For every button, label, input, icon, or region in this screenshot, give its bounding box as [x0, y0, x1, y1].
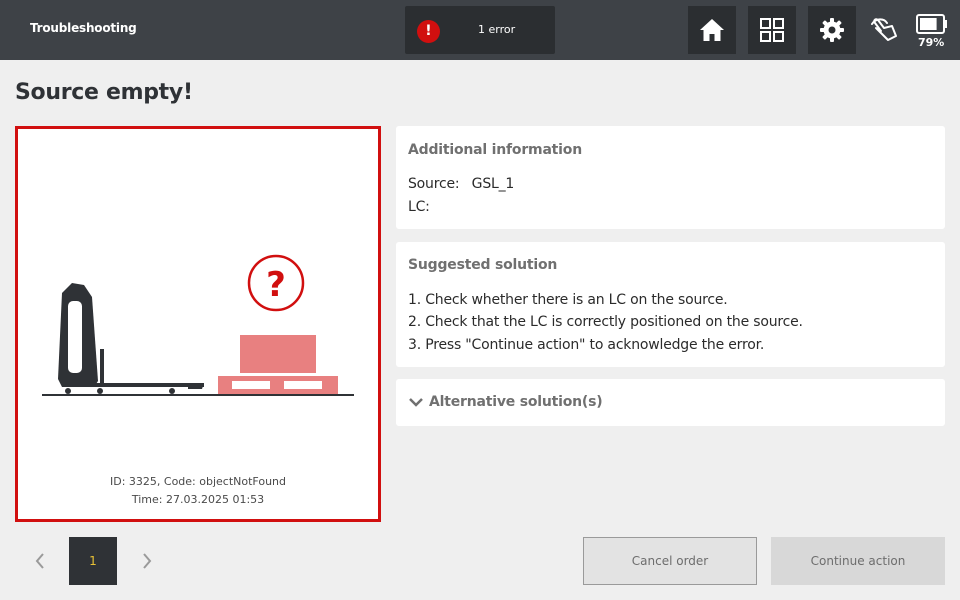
grid-icon	[760, 18, 784, 42]
load-carrier-box	[240, 335, 316, 373]
app-title: Troubleshooting	[30, 21, 137, 35]
lc-label: LC:	[408, 199, 430, 215]
exclamation-icon: !	[417, 20, 440, 43]
home-button[interactable]	[688, 6, 736, 54]
additional-info-card: Additional information Source: GSL_1 LC:	[396, 126, 945, 229]
error-id-code: ID: 3325, Code: objectNotFound	[109, 475, 287, 488]
lc-row: LC:	[408, 199, 438, 215]
cancel-order-button[interactable]: Cancel order	[583, 537, 757, 585]
additional-info-heading: Additional information	[408, 142, 582, 158]
hand-pointer-icon[interactable]	[866, 14, 906, 46]
top-bar: Troubleshooting ! 1 error 79%	[0, 0, 960, 60]
source-value: GSL_1	[471, 176, 515, 192]
next-page-button[interactable]	[137, 548, 157, 574]
battery-percent: 79%	[918, 36, 945, 49]
error-time: Time: 27.03.2025 01:53	[131, 493, 265, 506]
question-mark-icon: ?	[247, 254, 305, 312]
page-title: Source empty!	[15, 80, 193, 105]
settings-button[interactable]	[808, 6, 856, 54]
battery-icon	[916, 14, 947, 34]
source-label: Source:	[408, 176, 460, 192]
continue-action-button[interactable]: Continue action	[771, 537, 945, 585]
suggested-solution-card: Suggested solution 1. Check whether ther…	[396, 242, 945, 367]
error-scene-illustration: ?	[42, 254, 354, 396]
error-indicator[interactable]: ! 1 error	[405, 6, 555, 54]
alternative-solutions-label: Alternative solution(s)	[429, 394, 603, 410]
page-number-current[interactable]: 1	[69, 537, 117, 585]
apps-button[interactable]	[748, 6, 796, 54]
prev-page-button[interactable]	[30, 548, 50, 574]
pallet-icon	[218, 376, 338, 394]
suggested-solution-heading: Suggested solution	[408, 257, 558, 273]
solution-step: 3. Press "Continue action" to acknowledg…	[408, 337, 765, 353]
chevron-left-icon	[35, 553, 44, 569]
forklift-icon	[58, 283, 204, 394]
gear-icon	[820, 18, 844, 42]
chevron-right-icon	[143, 553, 152, 569]
source-row: Source: GSL_1	[408, 176, 514, 192]
solution-step: 2. Check that the LC is correctly positi…	[408, 314, 803, 330]
home-icon	[700, 19, 724, 41]
error-illustration-panel: ? ID: 3325, Code: objectNotFound Time: 2…	[15, 126, 381, 522]
solution-step: 1. Check whether there is an LC on the s…	[408, 292, 728, 308]
alternative-solutions-toggle[interactable]: Alternative solution(s)	[396, 379, 945, 426]
chevron-down-icon	[409, 398, 423, 407]
error-count: 1 error	[478, 23, 516, 36]
svg-text:?: ?	[266, 265, 286, 305]
